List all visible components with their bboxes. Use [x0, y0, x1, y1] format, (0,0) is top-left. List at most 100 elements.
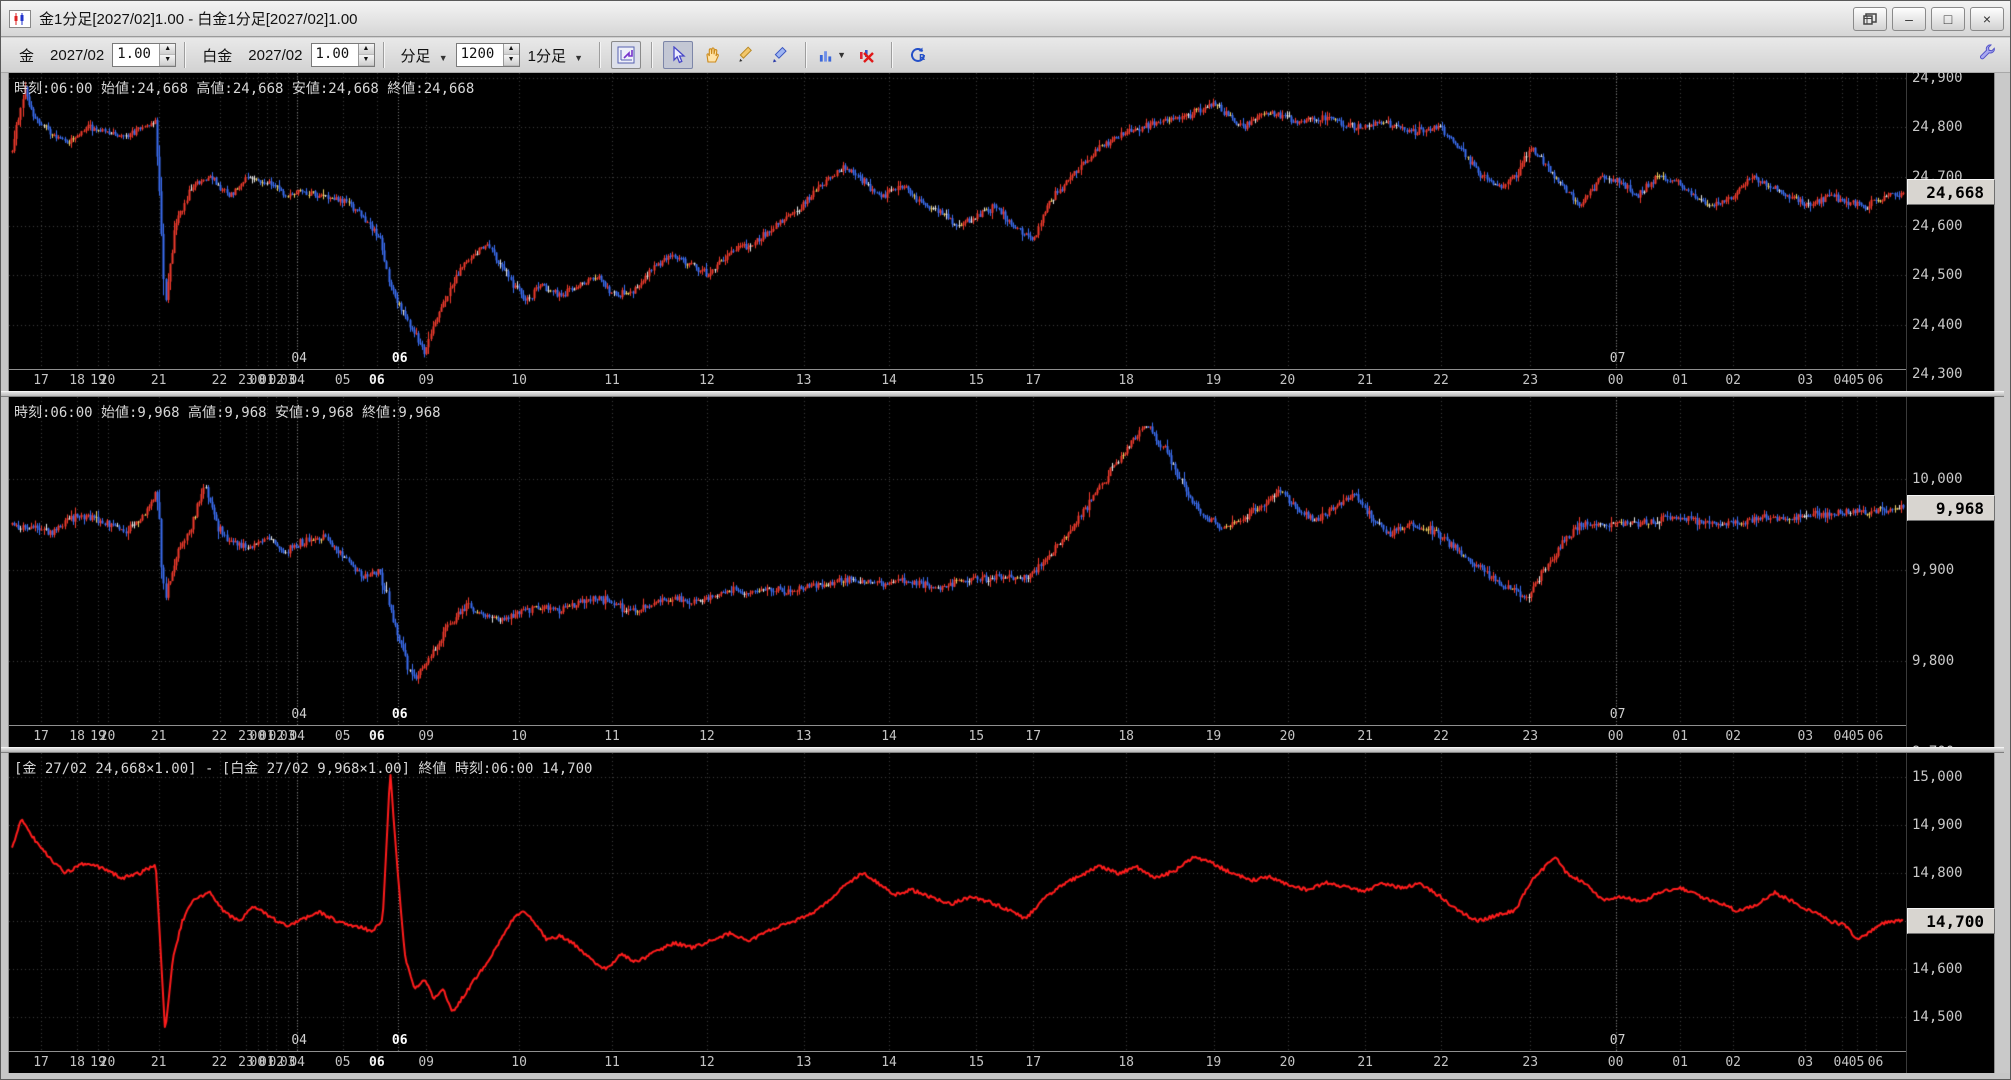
chevron-down-icon: ▼: [438, 52, 448, 63]
bar-type-dropdown[interactable]: 分足 ▼: [401, 45, 448, 66]
spread-x-axis: 17 18 19 20 21 22 23 00 01 02 03 04 05 06 09 10 11 12 13 14…: [9, 1051, 1906, 1073]
x-axis-label: 04: [289, 729, 305, 744]
delete-candles-icon: [860, 50, 874, 63]
x-axis-label: 21: [1357, 373, 1373, 388]
platinum-candlestick-canvas[interactable]: [9, 397, 1906, 725]
platinum-symbol-label: 白金: [202, 47, 233, 65]
window-title: 金1分足[2027/02]1.00 - 白金1分足[2027/02]1.00: [39, 11, 358, 28]
x-axis-label: 05: [334, 1055, 351, 1070]
gold-multiplier-value[interactable]: 1.00: [113, 44, 159, 66]
close-button[interactable]: ×: [1970, 6, 2004, 31]
gold-contract-label: 2027/02: [50, 46, 105, 64]
x-axis-label: 15: [968, 373, 985, 388]
x-axis-label: 13: [795, 1055, 812, 1070]
chart-settings-icon: [617, 46, 635, 64]
x-axis-label: 05: [1848, 1055, 1865, 1070]
window-left-border: [1, 73, 9, 1079]
x-axis-label: 18: [69, 373, 85, 388]
minimize-button[interactable]: –: [1892, 6, 1926, 31]
x-axis-label: 03: [1797, 373, 1814, 388]
x-axis-label: 05: [1848, 729, 1865, 744]
x-axis-label: 15: [968, 1055, 985, 1070]
spread-plot-area[interactable]: [金 27/02 24,668×1.00] - [白金 27/02 9,968×…: [9, 753, 1906, 1051]
wrench-icon: [1980, 44, 1995, 60]
x-axis-label: 18: [69, 1055, 85, 1070]
x-axis-label: 20: [1279, 373, 1296, 388]
refresh-icon: R: [911, 47, 925, 62]
x-axis-label: 03: [1797, 1055, 1814, 1070]
chart-settings-button[interactable]: [611, 41, 642, 69]
y-axis-tick-label: 24,600: [1912, 217, 1963, 234]
x-axis-label: 22: [211, 1055, 228, 1070]
platinum-multiplier-up-button[interactable]: ▲: [358, 44, 374, 55]
settings-wrench-button[interactable]: [1978, 42, 1998, 66]
platinum-chart-panel: 時刻:06:00 始値:9,968 高値:9,968 安値:9,968 終値:9…: [9, 397, 1995, 760]
current-price-badge: 14,700: [1907, 908, 1995, 935]
y-axis-tick-label: 14,800: [1912, 865, 1963, 882]
bar-count-value[interactable]: 1200: [457, 44, 503, 66]
cursor-tool-button[interactable]: [663, 41, 694, 69]
refresh-button[interactable]: R: [903, 41, 933, 69]
window-layout-button[interactable]: [1853, 6, 1887, 31]
y-axis-tick-label: 9,800: [1912, 653, 1955, 670]
spread-line-canvas[interactable]: [9, 753, 1906, 1051]
x-axis-label: 17: [33, 373, 49, 388]
x-axis-label: 12: [699, 373, 715, 388]
pencil-draw-tool-button[interactable]: [731, 41, 761, 69]
bar-count-up-button[interactable]: ▲: [503, 44, 519, 55]
marker-draw-tool-button[interactable]: [765, 41, 795, 69]
platinum-plot-area[interactable]: 時刻:06:00 始値:9,968 高値:9,968 安値:9,968 終値:9…: [9, 397, 1906, 725]
hand-icon: [706, 47, 719, 63]
y-axis-tick-label: 14,900: [1912, 817, 1963, 834]
bar-count-spinner[interactable]: 1200 ▲ ▼: [455, 43, 520, 67]
gold-y-axis: 24,900 24,800 24,700 24,600 24,500 24,400 24,3…: [1906, 69, 1995, 391]
x-axis-label: 17: [1025, 729, 1042, 744]
current-price-badge: 24,668: [1907, 179, 1995, 206]
gold-plot-area[interactable]: 時刻:06:00 始値:24,668 高値:24,668 安値:24,668 終…: [9, 73, 1906, 369]
y-axis-tick-label: 24,900: [1912, 69, 1963, 86]
x-axis-label: 20: [99, 373, 116, 388]
x-axis-label: 17: [1025, 373, 1042, 388]
x-axis-label: 05: [334, 729, 351, 744]
delete-drawing-button[interactable]: [851, 41, 881, 69]
x-axis-label: 19: [1205, 729, 1222, 744]
title-bar[interactable]: 金1分足[2027/02]1.00 - 白金1分足[2027/02]1.00 –…: [1, 1, 2010, 37]
gold-candlestick-canvas[interactable]: [9, 73, 1906, 369]
gold-multiplier-spinner[interactable]: 1.00 ▲ ▼: [112, 43, 177, 67]
chevron-down-icon: ▼: [574, 52, 584, 63]
x-axis-label: 06: [369, 729, 385, 744]
platinum-y-axis: 10,0009,9009,8009,7009,968: [1906, 397, 1995, 760]
cursor-icon: [673, 46, 686, 64]
indicator-dropdown-button[interactable]: ▼: [817, 41, 847, 69]
platinum-multiplier-spinner[interactable]: 1.00 ▲ ▼: [310, 43, 375, 67]
maximize-button[interactable]: □: [1931, 6, 1965, 31]
x-axis-label: 05: [334, 373, 351, 388]
spread-chart-panel: [金 27/02 24,668×1.00] - [白金 27/02 9,968×…: [9, 753, 1995, 1073]
x-axis-label: 22: [1433, 729, 1449, 744]
marker-icon: [773, 46, 787, 63]
x-axis-label: 22: [211, 729, 228, 744]
x-axis-label: 09: [418, 373, 434, 388]
x-axis-label: 21: [150, 373, 167, 388]
x-axis-label: 10: [511, 373, 527, 388]
chevron-down-icon: ▼: [837, 50, 847, 60]
bar-count-down-button[interactable]: ▼: [503, 55, 519, 66]
x-axis-label: 20: [99, 729, 116, 744]
x-axis-label: 23: [1522, 729, 1539, 744]
pan-hand-tool-button[interactable]: [697, 41, 727, 69]
right-scrollbar-strip[interactable]: [1994, 73, 2010, 1079]
x-axis-label: 11: [604, 373, 620, 388]
x-axis-label: 23: [1522, 1055, 1539, 1070]
toolbar-separator: [651, 42, 654, 68]
gold-multiplier-up-button[interactable]: ▲: [160, 44, 176, 55]
timeframe-dropdown[interactable]: 1分足 ▼: [528, 45, 583, 66]
platinum-multiplier-down-button[interactable]: ▼: [358, 55, 374, 66]
x-axis-label: 00: [1607, 1055, 1624, 1070]
platinum-multiplier-value[interactable]: 1.00: [312, 44, 358, 66]
x-axis-label: 01: [1672, 1055, 1688, 1070]
x-axis-label: 04: [1833, 1055, 1850, 1070]
y-axis-tick-label: 14,600: [1912, 961, 1963, 978]
gold-multiplier-down-button[interactable]: ▼: [160, 55, 176, 66]
x-axis-label: 20: [99, 1055, 116, 1070]
gold-x-axis: 17 18 19 20 21 22 23 00 01 02 03 04 05 06 09 10 11 12 13 14…: [9, 369, 1906, 391]
